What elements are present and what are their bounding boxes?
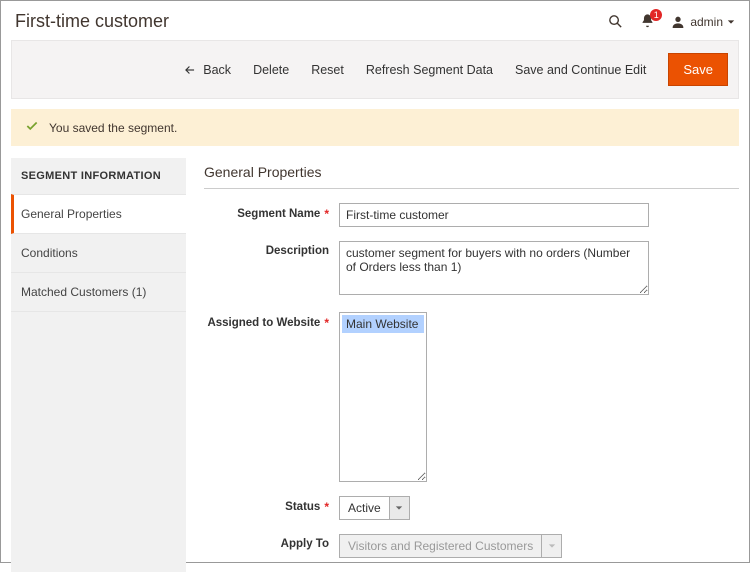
- reset-button[interactable]: Reset: [311, 63, 344, 77]
- admin-label: admin: [690, 15, 723, 29]
- success-message: You saved the segment.: [11, 109, 739, 146]
- action-bar: Back Delete Reset Refresh Segment Data S…: [11, 40, 739, 99]
- search-icon[interactable]: [606, 13, 624, 31]
- apply-to-value: Visitors and Registered Customers: [339, 534, 542, 558]
- notifications-icon[interactable]: 1: [638, 13, 656, 31]
- page-header: First-time customer 1 admin: [1, 1, 749, 40]
- description-textarea[interactable]: customer segment for buyers with no orde…: [339, 241, 649, 295]
- success-text: You saved the segment.: [49, 121, 177, 135]
- row-apply-to: Apply To Visitors and Registered Custome…: [204, 534, 739, 558]
- label-status: Status*: [204, 496, 339, 514]
- apply-to-caret: [542, 534, 562, 558]
- delete-button[interactable]: Delete: [253, 63, 289, 77]
- save-button[interactable]: Save: [668, 53, 728, 86]
- save-continue-button[interactable]: Save and Continue Edit: [515, 63, 646, 77]
- main: SEGMENT INFORMATION General Properties C…: [11, 158, 739, 572]
- status-select[interactable]: Active: [339, 496, 410, 520]
- label-apply-to: Apply To: [204, 534, 339, 550]
- page-title: First-time customer: [15, 11, 606, 32]
- sidebar-item-matched-customers[interactable]: Matched Customers (1): [11, 273, 186, 312]
- arrow-left-icon: [183, 63, 197, 77]
- row-segment-name: Segment Name*: [204, 203, 739, 227]
- header-icons: 1 admin: [606, 13, 735, 31]
- label-segment-name: Segment Name*: [204, 203, 339, 221]
- admin-menu[interactable]: admin: [670, 14, 735, 30]
- label-assigned-website: Assigned to Website*: [204, 312, 339, 330]
- sidebar-item-general-properties[interactable]: General Properties: [11, 194, 186, 234]
- notification-badge: 1: [650, 9, 662, 21]
- label-description: Description: [204, 241, 339, 257]
- chevron-down-icon: [548, 542, 556, 550]
- row-description: Description customer segment for buyers …: [204, 241, 739, 298]
- row-status: Status* Active: [204, 496, 739, 520]
- chevron-down-icon: [395, 504, 403, 512]
- status-caret[interactable]: [390, 496, 410, 520]
- row-assigned-website: Assigned to Website* Main Website: [204, 312, 739, 482]
- segment-name-input[interactable]: [339, 203, 649, 227]
- sidebar: SEGMENT INFORMATION General Properties C…: [11, 158, 186, 572]
- status-value: Active: [339, 496, 390, 520]
- website-option-main[interactable]: Main Website: [342, 315, 424, 333]
- sidebar-item-conditions[interactable]: Conditions: [11, 234, 186, 273]
- refresh-segment-button[interactable]: Refresh Segment Data: [366, 63, 493, 77]
- back-button[interactable]: Back: [183, 63, 231, 77]
- check-icon: [25, 119, 39, 136]
- assigned-website-multiselect[interactable]: Main Website: [339, 312, 427, 482]
- apply-to-select: Visitors and Registered Customers: [339, 534, 562, 558]
- sidebar-title: SEGMENT INFORMATION: [11, 158, 186, 194]
- section-title: General Properties: [204, 158, 739, 189]
- content: General Properties Segment Name* Descrip…: [204, 158, 739, 572]
